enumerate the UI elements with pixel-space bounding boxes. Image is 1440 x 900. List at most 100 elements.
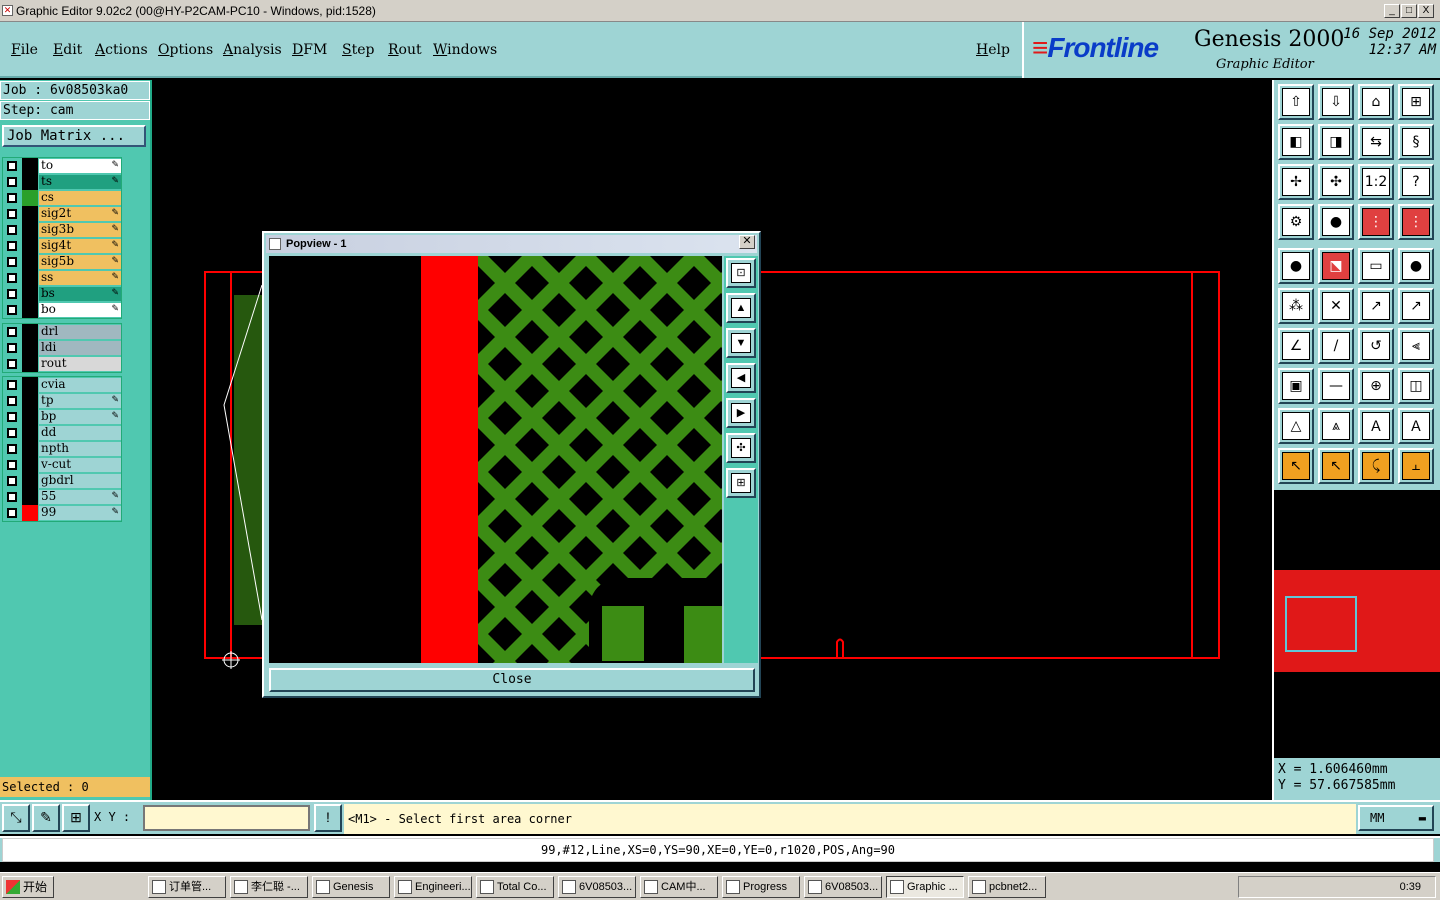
alert-button[interactable]: ! <box>314 804 342 832</box>
taskbar-task[interactable]: Graphic ... <box>886 876 964 898</box>
layer-row-bs[interactable]: bs ✎ <box>3 286 121 302</box>
ruler-button[interactable]: ▭ <box>1358 248 1394 284</box>
cut-button[interactable]: — <box>1318 368 1354 404</box>
layer-row-55[interactable]: 55 ✎ <box>3 489 121 505</box>
close-window-button[interactable]: X <box>1418 4 1434 18</box>
layer-name[interactable]: ldi <box>39 341 121 355</box>
layer-color-swatch[interactable] <box>22 409 38 425</box>
layer-checkbox[interactable] <box>7 289 17 299</box>
layer-row-gbdrl[interactable]: gbdrl <box>3 473 121 489</box>
start-button[interactable]: 开始 <box>2 876 54 898</box>
layer-checkbox[interactable] <box>7 177 17 187</box>
layer-color-swatch[interactable] <box>22 174 38 190</box>
select-3-button[interactable]: ⤹ <box>1358 448 1394 484</box>
layer-checkbox[interactable] <box>7 193 17 203</box>
layer-row-sig3b[interactable]: sig3b ✎ <box>3 222 121 238</box>
taskbar-task[interactable]: Engineeri... <box>394 876 472 898</box>
zoom-in-button[interactable]: ✢ <box>1278 164 1314 200</box>
zoom-prev-button[interactable]: ⇩ <box>1318 84 1354 120</box>
layer-name[interactable]: 55 ✎ <box>39 490 121 504</box>
layer-compare-button[interactable]: ⋮ <box>1358 204 1394 240</box>
layer-name[interactable]: 99 ✎ <box>39 506 121 520</box>
mirror-button[interactable]: ⇆ <box>1358 124 1394 160</box>
layer-color-swatch[interactable] <box>22 457 38 473</box>
layer-row-bp[interactable]: bp ✎ <box>3 409 121 425</box>
popview-zoom-out-button[interactable]: ⊞ <box>726 468 756 498</box>
layer-color-swatch[interactable] <box>22 505 38 521</box>
angle-4-button[interactable]: Ａ <box>1398 408 1434 444</box>
popview-close-button[interactable]: Close <box>269 668 755 692</box>
angle-2-button[interactable]: ⩓ <box>1318 408 1354 444</box>
layer-color-swatch[interactable] <box>22 222 38 238</box>
grid-button[interactable]: ⊞ <box>62 804 90 832</box>
layer-color-swatch[interactable] <box>22 324 38 340</box>
menu-file[interactable]: File <box>11 42 38 58</box>
popview-pan-down-button[interactable]: ▼ <box>726 328 756 358</box>
layer-name[interactable]: tp ✎ <box>39 394 121 408</box>
layer-row-to[interactable]: to ✎ <box>3 158 121 174</box>
layer-color-swatch[interactable] <box>22 356 38 372</box>
layer-checkbox[interactable] <box>7 305 17 315</box>
layer-checkbox[interactable] <box>7 209 17 219</box>
menu-analysis[interactable]: Analysis <box>223 42 282 58</box>
arc-button[interactable]: ↺ <box>1358 328 1394 364</box>
layer-name[interactable]: npth <box>39 442 121 456</box>
menu-windows[interactable]: Windows <box>433 42 497 58</box>
shapes-button[interactable]: ◫ <box>1398 368 1434 404</box>
layer-row-ldi[interactable]: ldi <box>3 340 121 356</box>
taskbar-task[interactable]: CAM中... <box>640 876 718 898</box>
layer-compare-2-button[interactable]: ⋮ <box>1398 204 1434 240</box>
layer-row-ss[interactable]: ss ✎ <box>3 270 121 286</box>
layer-color-swatch[interactable] <box>22 377 38 393</box>
layer-color-swatch[interactable] <box>22 425 38 441</box>
taskbar-task[interactable]: Total Co... <box>476 876 554 898</box>
layer-name[interactable]: bs ✎ <box>39 287 121 301</box>
layer-color-swatch[interactable] <box>22 158 38 174</box>
snap-button[interactable]: ● <box>1318 204 1354 240</box>
menu-edit[interactable]: Edit <box>53 42 82 58</box>
layer-name[interactable]: sig2t ✎ <box>39 207 121 221</box>
layer-name[interactable]: cs <box>39 191 121 205</box>
layer-name[interactable]: ts ✎ <box>39 175 121 189</box>
measure-button[interactable]: ⚙ <box>1278 204 1314 240</box>
layer-row-drl[interactable]: drl <box>3 324 121 340</box>
layer-color-swatch[interactable] <box>22 489 38 505</box>
pan-right-button[interactable]: ◨ <box>1318 124 1354 160</box>
popview-close-icon[interactable]: ✕ <box>739 235 755 249</box>
layer-row-sig5b[interactable]: sig5b ✎ <box>3 254 121 270</box>
line-button[interactable]: ∠ <box>1278 328 1314 364</box>
layer-checkbox[interactable] <box>7 380 17 390</box>
pad-button[interactable]: ● <box>1398 248 1434 284</box>
layer-checkbox[interactable] <box>7 359 17 369</box>
layer-name[interactable]: sig5b ✎ <box>39 255 121 269</box>
center-button[interactable]: ⊕ <box>1358 368 1394 404</box>
edit-text-button[interactable]: ⫷ <box>1398 328 1434 364</box>
job-matrix-button[interactable]: Job Matrix ... <box>2 125 146 147</box>
layer-checkbox[interactable] <box>7 257 17 267</box>
cross-button[interactable]: ✕ <box>1318 288 1354 324</box>
taskbar-task[interactable]: Genesis <box>312 876 390 898</box>
layer-row-rout[interactable]: rout <box>3 356 121 372</box>
node-button[interactable]: ⁂ <box>1278 288 1314 324</box>
layer-name[interactable]: rout <box>39 357 121 371</box>
layer-row-99[interactable]: 99 ✎ <box>3 505 121 521</box>
layer-checkbox[interactable] <box>7 396 17 406</box>
xy-input[interactable] <box>143 805 310 831</box>
select-button[interactable]: ↖ <box>1278 448 1314 484</box>
taskbar-task[interactable]: 订单管... <box>148 876 226 898</box>
layer-row-ts[interactable]: ts ✎ <box>3 174 121 190</box>
select-2-button[interactable]: ↖ <box>1318 448 1354 484</box>
layer-color-swatch[interactable] <box>22 206 38 222</box>
layer-color-swatch[interactable] <box>22 238 38 254</box>
popview-canvas[interactable] <box>269 256 722 663</box>
layer-name[interactable]: cvia <box>39 378 121 392</box>
measure-button[interactable]: ✎ <box>32 804 60 832</box>
layer-name[interactable]: dd <box>39 426 121 440</box>
route-edit-button[interactable]: ⫠ <box>1398 448 1434 484</box>
popview-pan-up-button[interactable]: ▲ <box>726 293 756 323</box>
menu-dfm[interactable]: DFM <box>292 42 327 58</box>
layer-checkbox[interactable] <box>7 508 17 518</box>
layer-checkbox[interactable] <box>7 241 17 251</box>
layer-row-cvia[interactable]: cvia <box>3 377 121 393</box>
layer-name[interactable]: ss ✎ <box>39 271 121 285</box>
